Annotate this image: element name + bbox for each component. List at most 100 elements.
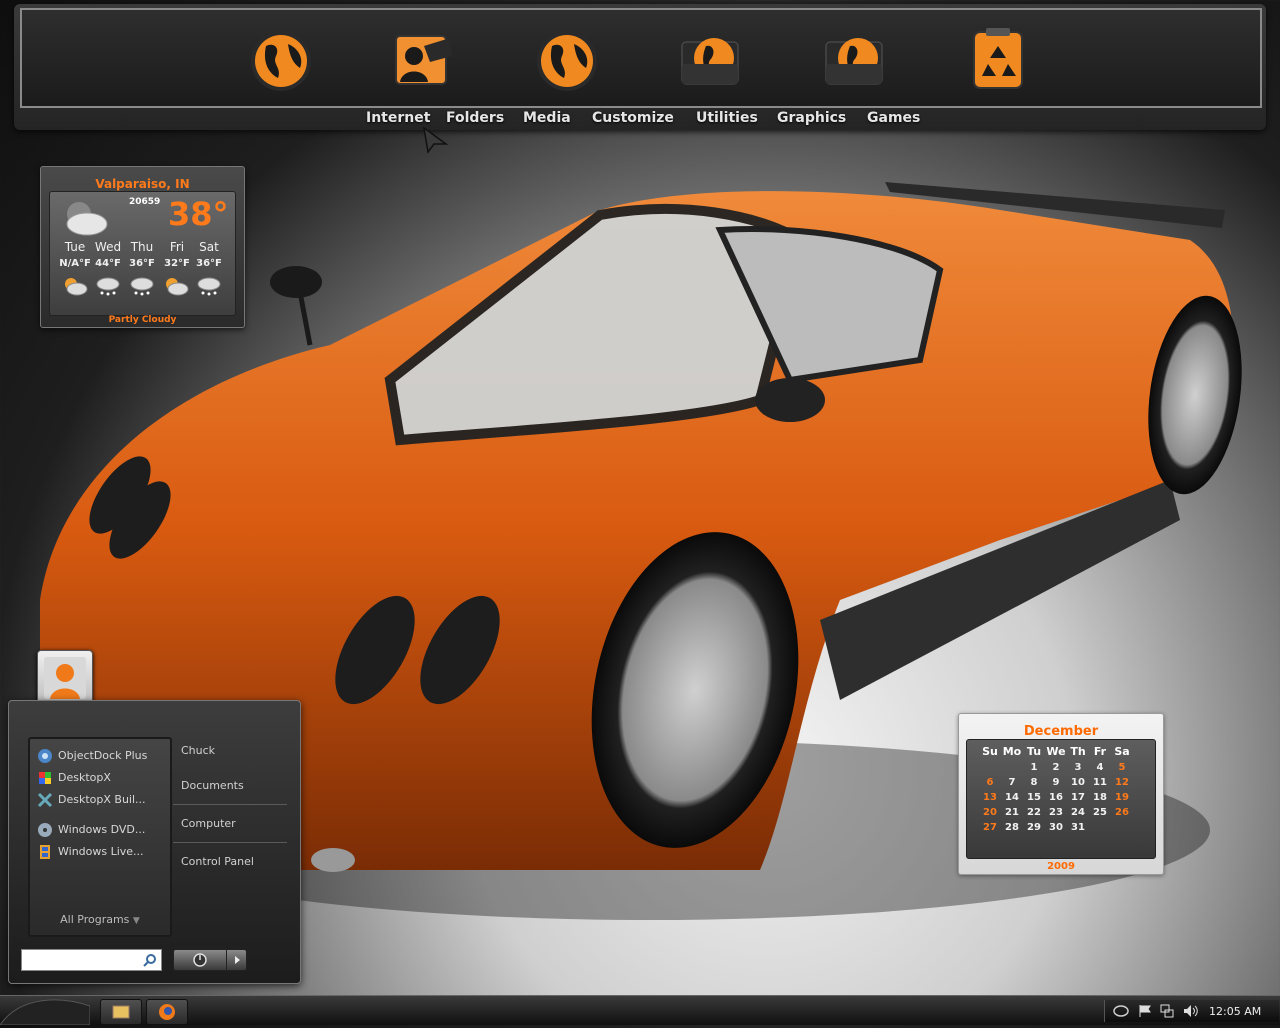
calendar-day[interactable]: 3 xyxy=(1067,762,1089,773)
utilities-folder-icon[interactable] xyxy=(820,24,890,94)
partly-cloudy-icon xyxy=(66,202,108,236)
internet-globe-icon[interactable] xyxy=(246,24,316,94)
calendar-day[interactable]: 7 xyxy=(1001,777,1023,788)
dvd-maker-icon xyxy=(38,823,52,837)
calendar-weekday: Sa xyxy=(1114,745,1130,758)
power-icon[interactable] xyxy=(192,952,208,968)
user-avatar[interactable] xyxy=(37,650,93,706)
weather-condition: Partly Cloudy xyxy=(108,315,177,325)
calendar-widget[interactable]: December 2009 Su Mo Tu We Th Fr Sa 1 2 3 4 5 6 7 8 9 10 1… xyxy=(958,713,1164,875)
all-programs-label: All Programs xyxy=(60,913,130,926)
program-desktopx-builder[interactable]: DesktopX Buil... xyxy=(36,791,164,809)
calendar-day[interactable]: 10 xyxy=(1067,777,1089,788)
calendar-day[interactable]: 20 xyxy=(979,807,1001,818)
calendar-day[interactable]: 8 xyxy=(1023,777,1045,788)
calendar-day[interactable]: 25 xyxy=(1089,807,1111,818)
program-label: Windows DVD... xyxy=(58,823,146,836)
recycle-bin-icon[interactable] xyxy=(964,24,1034,94)
all-programs-button[interactable]: All Programs ▼ xyxy=(30,913,170,926)
dock-shelf xyxy=(20,8,1262,108)
program-windows-live[interactable]: Windows Live... xyxy=(36,843,164,861)
firefox-icon xyxy=(159,1004,175,1020)
objectdock: Internet Folders Media Customize Utiliti… xyxy=(14,4,1266,130)
partly-cloudy-icon xyxy=(166,278,189,296)
calendar-day[interactable]: 6 xyxy=(979,777,1001,788)
calendar-day[interactable]: 17 xyxy=(1067,792,1089,803)
calendar-day[interactable]: 1 xyxy=(1023,762,1045,773)
calendar-day[interactable]: 11 xyxy=(1089,777,1111,788)
dock-label-utilities[interactable]: Utilities xyxy=(696,110,758,126)
calendar-day[interactable]: 16 xyxy=(1045,792,1067,803)
snow-cloud-icon xyxy=(96,277,120,296)
program-label: DesktopX xyxy=(58,771,111,784)
dock-label-graphics[interactable]: Graphics xyxy=(777,110,846,126)
calendar-weekday: Th xyxy=(1070,745,1086,758)
calendar-weekday: We xyxy=(1046,745,1066,758)
calendar-year: 2009 xyxy=(1047,861,1075,872)
calendar-day[interactable]: 21 xyxy=(1001,807,1023,818)
calendar-day[interactable]: 19 xyxy=(1111,792,1133,803)
calendar-day[interactable]: 23 xyxy=(1045,807,1067,818)
calendar-day[interactable]: 22 xyxy=(1023,807,1045,818)
calendar-day[interactable]: 15 xyxy=(1023,792,1045,803)
dock-label-games[interactable]: Games xyxy=(867,110,920,126)
arrow-right-icon xyxy=(235,956,240,964)
start-orb-icon[interactable] xyxy=(0,996,90,1025)
volume-icon[interactable] xyxy=(1182,1003,1200,1019)
dock-label-customize[interactable]: Customize xyxy=(592,110,674,126)
dock-label-folders[interactable]: Folders xyxy=(446,110,504,126)
start-menu: ObjectDock Plus DesktopX DesktopX Buil..… xyxy=(8,700,301,984)
taskbar-explorer-button[interactable] xyxy=(100,999,142,1025)
program-desktopx[interactable]: DesktopX xyxy=(36,769,164,787)
dock-label-internet[interactable]: Internet xyxy=(366,110,430,126)
forecast-temp: N/A°F xyxy=(59,258,91,269)
taskbar-firefox-button[interactable] xyxy=(146,999,188,1025)
calendar-day[interactable]: 26 xyxy=(1111,807,1133,818)
folders-user-icon[interactable] xyxy=(388,24,458,94)
taskbar: 12:05 AM xyxy=(0,995,1280,1025)
calendar-day[interactable]: 28 xyxy=(1001,822,1023,833)
weather-widget[interactable]: Valparaiso, IN 20659 38° Tue Wed Thu Fri… xyxy=(40,166,245,328)
flag-icon[interactable] xyxy=(1137,1003,1153,1019)
system-tray: 12:05 AM xyxy=(1104,1000,1279,1022)
calendar-day[interactable]: 18 xyxy=(1089,792,1111,803)
calendar-day[interactable]: 29 xyxy=(1023,822,1045,833)
start-link-computer[interactable]: Computer xyxy=(181,817,236,830)
program-label: DesktopX Buil... xyxy=(58,793,146,806)
calendar-day[interactable]: 12 xyxy=(1111,777,1133,788)
search-icon xyxy=(143,954,156,967)
media-globe-icon[interactable] xyxy=(532,24,602,94)
calendar-day[interactable]: 9 xyxy=(1045,777,1067,788)
start-link-control-panel[interactable]: Control Panel xyxy=(181,855,254,868)
program-windows-dvd[interactable]: Windows DVD... xyxy=(36,821,164,839)
power-options-arrow[interactable] xyxy=(226,950,247,970)
customize-folder-icon[interactable] xyxy=(676,24,746,94)
calendar-day[interactable]: 24 xyxy=(1067,807,1089,818)
calendar-day[interactable]: 2 xyxy=(1045,762,1067,773)
calendar-day[interactable]: 5 xyxy=(1111,762,1133,773)
network-icon[interactable] xyxy=(1159,1003,1175,1019)
calendar-day[interactable]: 4 xyxy=(1089,762,1111,773)
start-link-documents[interactable]: Documents xyxy=(181,779,244,792)
forecast-temp: 36°F xyxy=(129,258,155,269)
menu-divider xyxy=(173,804,287,805)
start-link-user[interactable]: Chuck xyxy=(181,744,215,757)
dock-label-media[interactable]: Media xyxy=(523,110,571,126)
calendar-day[interactable]: 14 xyxy=(1001,792,1023,803)
movie-maker-icon xyxy=(40,845,50,859)
weather-code: 20659 xyxy=(129,197,161,207)
weather-current-temp: 38° xyxy=(168,195,229,233)
calendar-day[interactable]: 30 xyxy=(1045,822,1067,833)
start-search-input[interactable] xyxy=(21,949,162,971)
taskbar-clock[interactable]: 12:05 AM xyxy=(1209,1005,1261,1018)
program-objectdock-plus[interactable]: ObjectDock Plus xyxy=(36,747,164,765)
calendar-day[interactable]: 13 xyxy=(979,792,1001,803)
tray-app-icon[interactable] xyxy=(1113,1003,1129,1019)
forecast-day: Wed xyxy=(94,240,122,254)
calendar-day[interactable]: 27 xyxy=(979,822,1001,833)
calendar-day[interactable]: 31 xyxy=(1067,822,1089,833)
snow-cloud-icon xyxy=(197,277,221,296)
objectdock-icon xyxy=(38,749,52,763)
mouse-cursor-icon xyxy=(422,126,448,154)
menu-divider xyxy=(173,842,287,843)
